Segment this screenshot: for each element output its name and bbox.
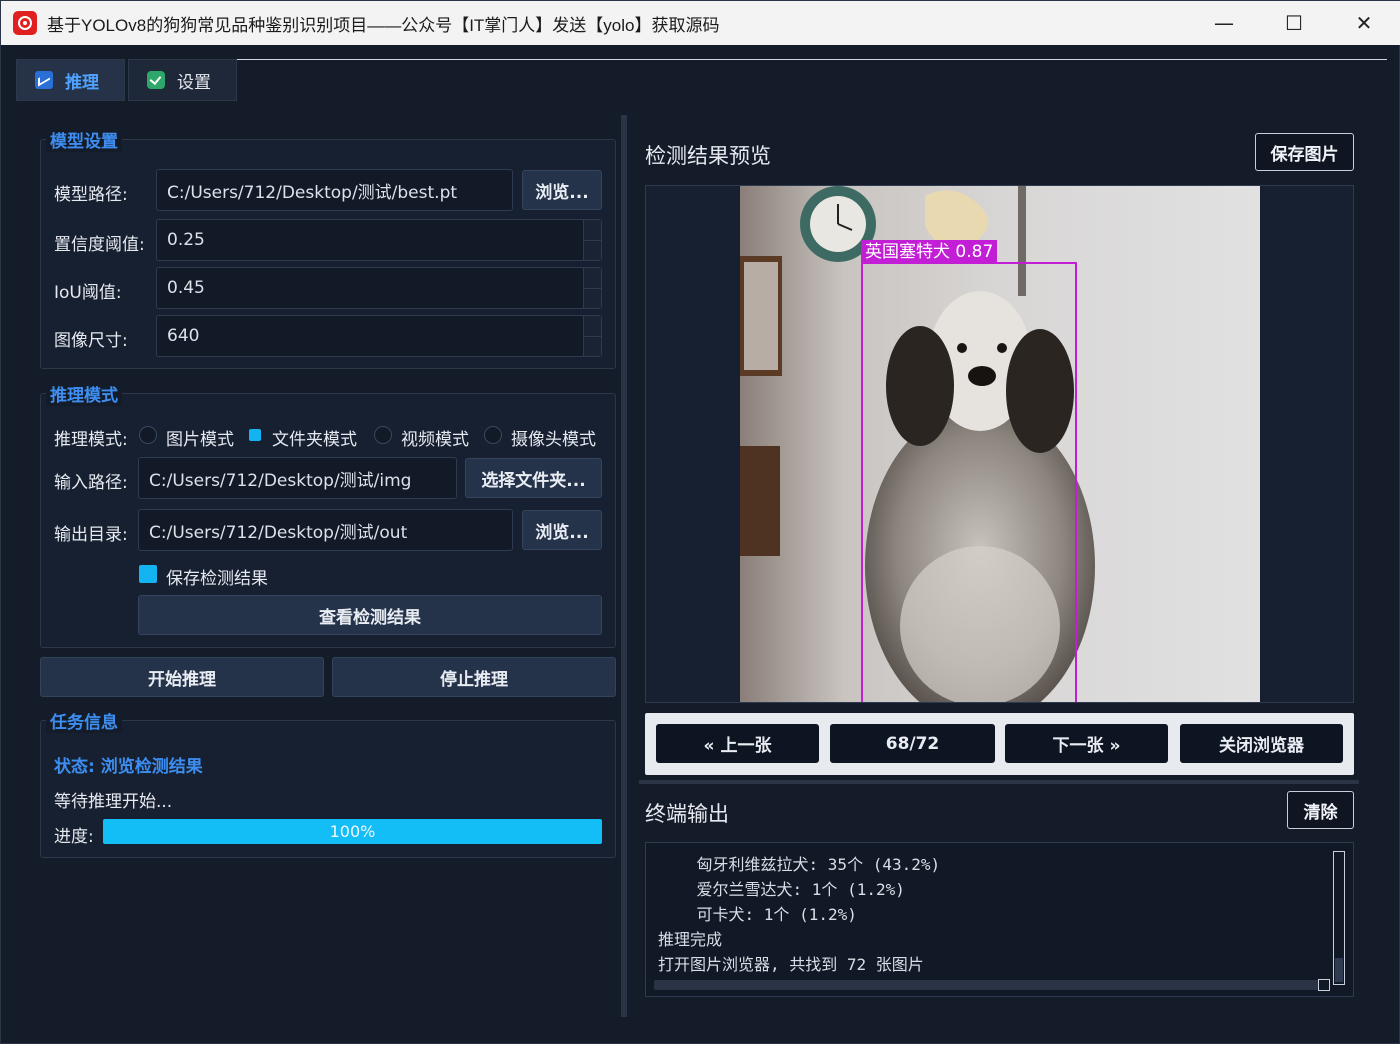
save-results-label[interactable]: 保存检测结果 (166, 564, 268, 589)
tab-divider (237, 59, 1387, 60)
app-window: 基于YOLOv8的狗狗常见品种鉴别识别项目——公众号【IT掌门人】发送【yolo… (0, 0, 1400, 1044)
terminal-line: 爱尔兰雪达犬: 1个 (1.2%) (658, 880, 905, 899)
confidence-stepper[interactable] (583, 220, 601, 260)
prev-image-button[interactable]: « 上一张 (656, 724, 819, 763)
preview-title: 检测结果预览 (645, 144, 771, 168)
window-title: 基于YOLOv8的狗狗常见品种鉴别识别项目——公众号【IT掌门人】发送【yolo… (47, 15, 720, 35)
progress-label: 进度: (54, 827, 94, 847)
progress-text: 100% (329, 822, 376, 841)
preview-area: 英国塞特犬 0.87 (645, 185, 1354, 703)
tab-inference-label: 推理 (65, 72, 99, 93)
tab-settings-label: 设置 (177, 72, 211, 93)
confidence-value: 0.25 (167, 230, 205, 250)
image-size-spinbox[interactable]: 640 (156, 315, 602, 357)
confidence-label: 置信度阈值: (54, 235, 145, 255)
image-size-stepper[interactable] (583, 316, 601, 356)
minimize-icon[interactable]: — (1189, 1, 1259, 45)
chart-icon (35, 71, 53, 89)
image-size-value: 640 (167, 326, 200, 346)
iou-label: IoU阈值: (54, 283, 122, 303)
iou-spinbox[interactable]: 0.45 (156, 267, 602, 309)
task-info-title: 任务信息 (46, 708, 122, 733)
image-counter: 68/72 (830, 724, 995, 763)
folder-mode-label[interactable]: 文件夹模式 (272, 425, 357, 450)
model-path-input[interactable]: C:/Users/712/Desktop/测试/best.pt (156, 169, 513, 211)
checkmark-icon (147, 71, 165, 89)
model-path-label: 模型路径: (54, 185, 128, 205)
radio-video-mode[interactable] (374, 426, 392, 444)
radio-folder-mode[interactable] (249, 429, 261, 441)
mode-label: 推理模式: (54, 430, 128, 450)
terminal-line: 打开图片浏览器, 共找到 72 张图片 (658, 955, 924, 974)
image-navigation-bar: « 上一张 68/72 下一张 » 关闭浏览器 (645, 713, 1354, 775)
input-path-input[interactable]: C:/Users/712/Desktop/测试/img (138, 457, 457, 499)
detection-box (861, 262, 1077, 702)
tab-inference[interactable]: 推理 (16, 59, 125, 101)
image-mode-label[interactable]: 图片模式 (166, 425, 234, 450)
view-results-button[interactable]: 查看检测结果 (138, 595, 602, 635)
app-logo-icon (13, 11, 37, 35)
output-dir-value: C:/Users/712/Desktop/测试/out (149, 522, 408, 543)
next-image-button[interactable]: 下一张 » (1005, 724, 1168, 763)
terminal-line: 匈牙利维兹拉犬: 35个 (43.2%) (658, 855, 941, 874)
save-results-checkbox[interactable] (139, 565, 157, 583)
panel-splitter[interactable] (621, 115, 627, 1017)
stop-inference-button[interactable]: 停止推理 (332, 657, 616, 697)
close-icon[interactable]: ✕ (1329, 1, 1399, 45)
progress-bar: 100% (103, 819, 602, 844)
radio-image-mode[interactable] (139, 426, 157, 444)
input-path-label: 输入路径: (54, 473, 128, 493)
scroll-thumb[interactable] (1335, 958, 1343, 982)
terminal-vertical-scrollbar[interactable] (1333, 851, 1345, 985)
maximize-icon[interactable]: ☐ (1259, 1, 1329, 45)
iou-value: 0.45 (167, 278, 205, 298)
terminal-title: 终端输出 (645, 802, 729, 826)
video-mode-label[interactable]: 视频模式 (401, 425, 469, 450)
model-settings-title: 模型设置 (46, 127, 122, 152)
terminal-horizontal-scrollbar[interactable] (654, 979, 1330, 991)
radio-camera-mode[interactable] (484, 426, 502, 444)
model-browse-button[interactable]: 浏览... (522, 170, 602, 210)
scroll-corner[interactable] (1318, 979, 1330, 991)
iou-stepper[interactable] (583, 268, 601, 308)
close-browser-button[interactable]: 关闭浏览器 (1180, 724, 1343, 763)
terminal-line: 可卡犬: 1个 (1.2%) (658, 905, 857, 924)
camera-mode-label[interactable]: 摄像头模式 (511, 425, 596, 450)
title-bar: 基于YOLOv8的狗狗常见品种鉴别识别项目——公众号【IT掌门人】发送【yolo… (1, 1, 1400, 45)
detection-image: 英国塞特犬 0.87 (740, 186, 1260, 702)
tab-settings[interactable]: 设置 (128, 59, 237, 101)
clear-button[interactable]: 清除 (1287, 791, 1354, 829)
terminal-line: 推理完成 (658, 930, 723, 949)
input-path-value: C:/Users/712/Desktop/测试/img (149, 470, 412, 491)
image-size-label: 图像尺寸: (54, 331, 128, 351)
terminal-output[interactable]: 匈牙利维兹拉犬: 35个 (43.2%) 爱尔兰雪达犬: 1个 (1.2%) 可… (645, 842, 1354, 997)
panel-divider[interactable] (639, 780, 1359, 784)
start-inference-button[interactable]: 开始推理 (40, 657, 324, 697)
output-dir-label: 输出目录: (54, 525, 128, 545)
task-message: 等待推理开始... (54, 792, 173, 812)
confidence-spinbox[interactable]: 0.25 (156, 219, 602, 261)
inference-mode-title: 推理模式 (46, 381, 122, 406)
status-text: 状态: 浏览检测结果 (54, 757, 203, 777)
save-image-button[interactable]: 保存图片 (1255, 133, 1354, 171)
output-browse-button[interactable]: 浏览... (522, 510, 602, 550)
detection-label: 英国塞特犬 0.87 (861, 240, 998, 264)
output-dir-input[interactable]: C:/Users/712/Desktop/测试/out (138, 509, 513, 551)
select-folder-button[interactable]: 选择文件夹... (465, 458, 602, 498)
model-path-value: C:/Users/712/Desktop/测试/best.pt (167, 182, 458, 203)
